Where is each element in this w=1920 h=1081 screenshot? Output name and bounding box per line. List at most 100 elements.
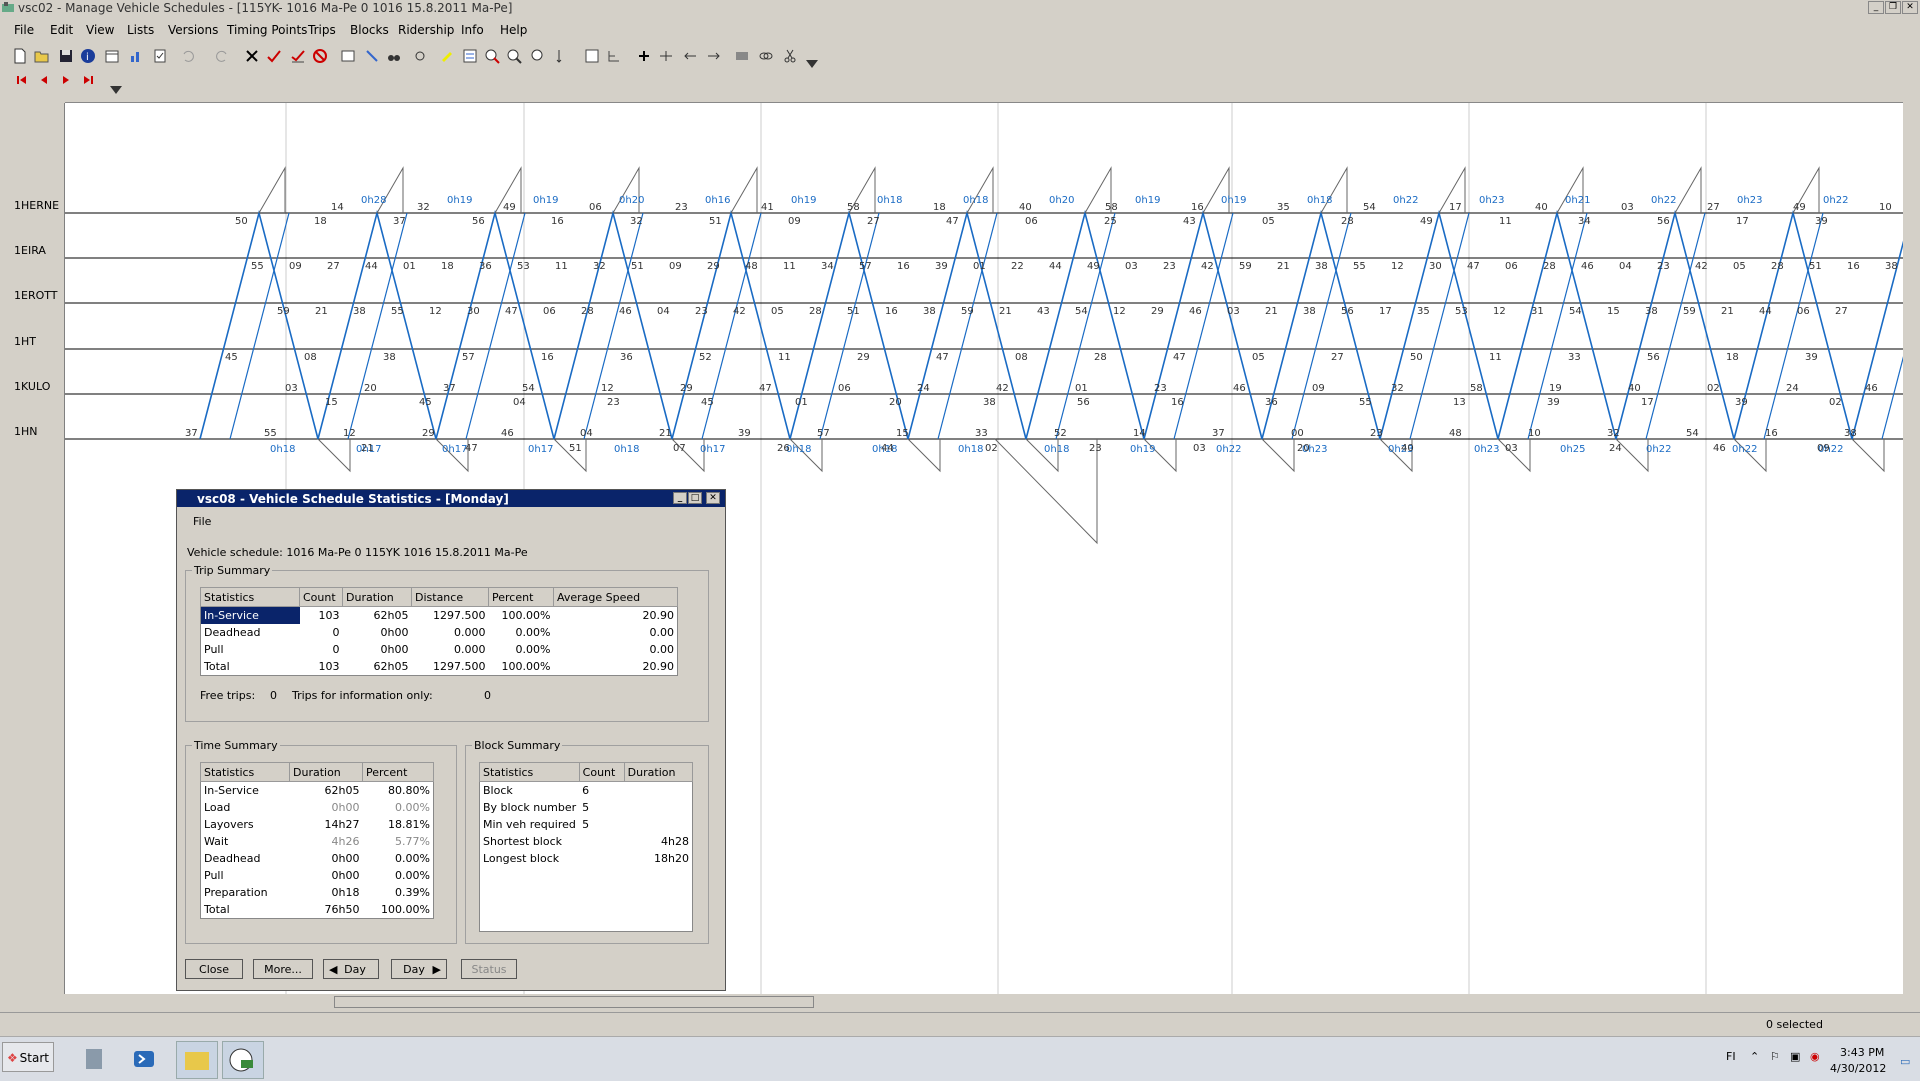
tree-icon[interactable] bbox=[606, 48, 622, 64]
dialog-close-button[interactable]: ✕ bbox=[706, 492, 720, 504]
next-day-button[interactable]: Day ▶ bbox=[391, 959, 447, 979]
table-row[interactable]: Load 0h00 0.00% bbox=[201, 799, 434, 816]
dialog-menu-file[interactable]: File bbox=[193, 515, 211, 528]
column-header[interactable]: Duration bbox=[623, 762, 694, 782]
save-icon[interactable] bbox=[58, 48, 74, 64]
close-window-button[interactable]: ✕ bbox=[1902, 1, 1918, 14]
add-icon[interactable] bbox=[636, 48, 652, 64]
table-row[interactable]: Longest block 18h20 bbox=[480, 850, 693, 867]
column-header[interactable]: Count bbox=[578, 762, 625, 782]
zoom-out-icon[interactable] bbox=[506, 48, 522, 64]
column-header[interactable]: Duration bbox=[289, 762, 363, 782]
dialog-minimize-button[interactable]: _ bbox=[673, 492, 687, 504]
link-icon[interactable] bbox=[758, 48, 774, 64]
undo-icon[interactable] bbox=[180, 48, 196, 64]
first-icon[interactable] bbox=[14, 72, 30, 88]
clock-date[interactable]: 4/30/2012 bbox=[1830, 1062, 1886, 1075]
checklist-icon[interactable] bbox=[152, 48, 168, 64]
bus-icon[interactable] bbox=[734, 48, 750, 64]
properties-icon[interactable] bbox=[340, 48, 356, 64]
table-row[interactable]: Wait 4h26 5.77% bbox=[201, 833, 434, 850]
start-button[interactable]: ❖ Start bbox=[2, 1042, 54, 1072]
table-icon[interactable] bbox=[584, 48, 600, 64]
table-row[interactable]: By block number 5 bbox=[480, 799, 693, 816]
menu-info[interactable]: Info bbox=[461, 23, 484, 37]
volume-muted-icon[interactable]: ◉ bbox=[1810, 1050, 1820, 1063]
menu-timing-points[interactable]: Timing Points bbox=[227, 23, 307, 37]
restore-button[interactable]: ❐ bbox=[1885, 1, 1901, 14]
menu-edit[interactable]: Edit bbox=[50, 23, 73, 37]
bar-chart-icon[interactable] bbox=[128, 48, 144, 64]
language-indicator[interactable]: FI bbox=[1726, 1050, 1736, 1063]
column-header[interactable]: Statistics bbox=[479, 762, 580, 782]
last-icon[interactable] bbox=[80, 72, 96, 88]
explorer-icon[interactable] bbox=[176, 1041, 218, 1079]
flag-icon[interactable]: ⚐ bbox=[1770, 1050, 1780, 1063]
clock-time[interactable]: 3:43 PM bbox=[1840, 1046, 1884, 1059]
horizontal-scrollbar[interactable] bbox=[0, 994, 1920, 1011]
list-icon[interactable] bbox=[462, 48, 478, 64]
menu-trips[interactable]: Trips bbox=[308, 23, 336, 37]
previous-day-button[interactable]: ◀ Day bbox=[323, 959, 379, 979]
table-row[interactable]: Shortest block 4h28 bbox=[480, 833, 693, 850]
sort-icon[interactable] bbox=[554, 48, 570, 64]
menu-help[interactable]: Help bbox=[500, 23, 527, 37]
info-icon[interactable]: i bbox=[80, 48, 96, 64]
toolbar-overflow-icon[interactable] bbox=[804, 54, 818, 68]
column-header[interactable]: Distance bbox=[411, 587, 489, 607]
scroll-thumb[interactable] bbox=[334, 996, 814, 1008]
table-row[interactable]: In-Service 62h05 80.80% bbox=[201, 782, 434, 800]
column-header[interactable]: Statistics bbox=[200, 587, 300, 607]
check-line-icon[interactable] bbox=[290, 48, 306, 64]
dialog-maximize-button[interactable]: □ bbox=[688, 492, 702, 504]
redo-icon[interactable] bbox=[214, 48, 230, 64]
table-row[interactable]: Deadhead 0h00 0.00% bbox=[201, 850, 434, 867]
menu-ridership[interactable]: Ridership bbox=[398, 23, 454, 37]
table-row[interactable]: Preparation 0h18 0.39% bbox=[201, 884, 434, 901]
zoom-fit-icon[interactable] bbox=[530, 48, 546, 64]
powershell-icon[interactable] bbox=[130, 1045, 158, 1073]
table-row[interactable]: Deadhead 0 0h00 0.000 0.00% 0.00 bbox=[201, 624, 678, 641]
column-header[interactable]: Statistics bbox=[200, 762, 290, 782]
show-desktop-icon[interactable]: ▭ bbox=[1900, 1055, 1910, 1068]
binoculars-icon[interactable] bbox=[386, 48, 402, 64]
move-left-icon[interactable] bbox=[682, 48, 698, 64]
new-icon[interactable] bbox=[12, 48, 28, 64]
table-row[interactable]: Total 76h50 100.00% bbox=[201, 901, 434, 919]
vehicle-schedule-app-icon[interactable] bbox=[222, 1041, 264, 1079]
delete-icon[interactable] bbox=[244, 48, 260, 64]
zoom-in-icon[interactable] bbox=[484, 48, 500, 64]
status-button[interactable]: Status bbox=[461, 959, 517, 979]
nav-overflow-icon[interactable] bbox=[108, 80, 122, 94]
vertical-scrollbar[interactable] bbox=[1903, 102, 1920, 994]
check-icon[interactable] bbox=[266, 48, 282, 64]
table-row[interactable]: In-Service 103 62h05 1297.500 100.00% 20… bbox=[200, 606, 678, 624]
prohibit-icon[interactable] bbox=[312, 48, 328, 64]
scissors-icon[interactable] bbox=[782, 48, 798, 64]
more-button[interactable]: More... bbox=[253, 959, 313, 979]
tool-icon[interactable] bbox=[364, 48, 380, 64]
split-icon[interactable] bbox=[658, 48, 674, 64]
menu-versions[interactable]: Versions bbox=[168, 23, 218, 37]
next-icon[interactable] bbox=[58, 72, 74, 88]
find-icon[interactable] bbox=[414, 48, 430, 64]
network-icon[interactable]: ▣ bbox=[1790, 1050, 1800, 1063]
move-right-icon[interactable] bbox=[706, 48, 722, 64]
column-header[interactable]: Count bbox=[299, 587, 343, 607]
table-row[interactable]: Pull 0 0h00 0.000 0.00% 0.00 bbox=[201, 641, 678, 658]
menu-lists[interactable]: Lists bbox=[127, 23, 154, 37]
menu-view[interactable]: View bbox=[86, 23, 114, 37]
table-row[interactable]: Total 103 62h05 1297.500 100.00% 20.90 bbox=[201, 658, 678, 676]
column-header[interactable]: Percent bbox=[488, 587, 554, 607]
minimize-button[interactable]: _ bbox=[1868, 1, 1884, 14]
menu-blocks[interactable]: Blocks bbox=[350, 23, 389, 37]
close-button[interactable]: Close bbox=[185, 959, 243, 979]
open-icon[interactable] bbox=[34, 48, 50, 64]
table-row[interactable]: Layovers 14h27 18.81% bbox=[201, 816, 434, 833]
calendar-icon[interactable] bbox=[104, 48, 120, 64]
table-row[interactable]: Pull 0h00 0.00% bbox=[201, 867, 434, 884]
column-header[interactable]: Average Speed bbox=[553, 587, 678, 607]
menu-file[interactable]: File bbox=[14, 23, 34, 37]
table-row[interactable]: Block 6 bbox=[480, 782, 693, 800]
chevron-up-icon[interactable]: ⌃ bbox=[1750, 1050, 1759, 1063]
